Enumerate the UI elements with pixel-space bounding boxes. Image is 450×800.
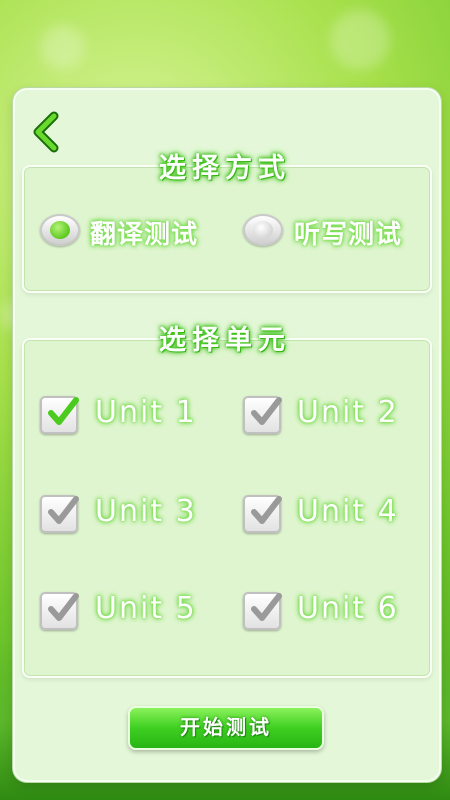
unit-label-3[interactable]: Unit 3 [95, 494, 197, 529]
unit-section-title: 选择单元 [159, 325, 291, 356]
unit-checkbox-2[interactable] [243, 396, 282, 434]
mode-section-title: 选择方式 [159, 153, 291, 184]
background-bokeh [40, 25, 85, 70]
checkmark-icon [48, 593, 79, 621]
checkmark-icon [48, 496, 79, 524]
unit-label-2[interactable]: Unit 2 [297, 395, 399, 430]
unit-checkbox-6[interactable] [243, 592, 282, 630]
unit-checkbox-4[interactable] [243, 495, 282, 533]
radio-dictation-test[interactable] [243, 214, 283, 246]
checkmark-icon [251, 496, 282, 524]
unit-checkbox-5[interactable] [40, 592, 79, 630]
unit-label-4[interactable]: Unit 4 [297, 494, 399, 529]
unit-label-5[interactable]: Unit 5 [95, 591, 197, 626]
checkmark-icon [251, 397, 282, 425]
checkmark-icon [48, 397, 79, 425]
radio-translation-test[interactable] [40, 214, 80, 246]
unit-checkbox-1[interactable] [40, 396, 79, 434]
start-test-button[interactable]: 开始测试 [128, 706, 324, 750]
radio-label-translation-test[interactable]: 翻译测试 [90, 214, 198, 251]
radio-label-dictation-test[interactable]: 听写测试 [294, 214, 402, 251]
unit-label-6[interactable]: Unit 6 [297, 591, 399, 626]
background-bokeh [330, 10, 390, 70]
unit-checkbox-3[interactable] [40, 495, 79, 533]
unit-label-1[interactable]: Unit 1 [95, 395, 197, 430]
checkmark-icon [251, 593, 282, 621]
